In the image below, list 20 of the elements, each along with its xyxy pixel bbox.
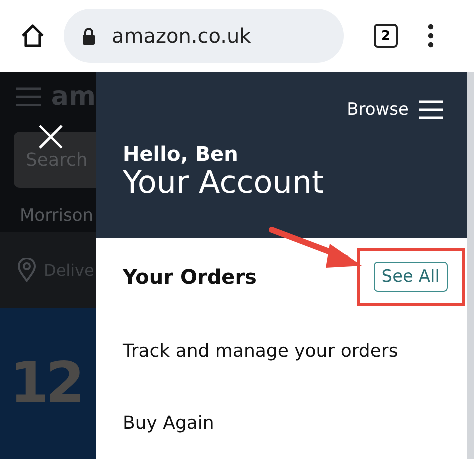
greeting-text: Hello, Ben: [123, 142, 240, 166]
section-title: Your Orders: [123, 264, 257, 288]
scrollbar[interactable]: [467, 72, 474, 459]
menu-item[interactable]: Buy Again: [96, 387, 467, 459]
lock-icon: [82, 27, 96, 45]
location-pin-icon: [18, 258, 36, 282]
account-title: Your Account: [123, 166, 326, 200]
browse-button[interactable]: Browse: [347, 100, 443, 120]
close-icon[interactable]: [38, 124, 64, 150]
menu-icon: [419, 100, 443, 120]
banner-text: 12: [10, 356, 82, 412]
url-text: amazon.co.uk: [112, 24, 252, 48]
menu-icon: [16, 86, 42, 108]
see-all-button[interactable]: See All: [374, 262, 448, 292]
more-icon[interactable]: [428, 24, 434, 48]
home-icon[interactable]: [20, 23, 46, 49]
location-text: Morrison: [20, 206, 95, 226]
address-bar[interactable]: amazon.co.uk: [64, 9, 344, 63]
tab-count[interactable]: 2: [374, 24, 398, 48]
menu-item[interactable]: Track and manage your orders: [96, 315, 467, 388]
